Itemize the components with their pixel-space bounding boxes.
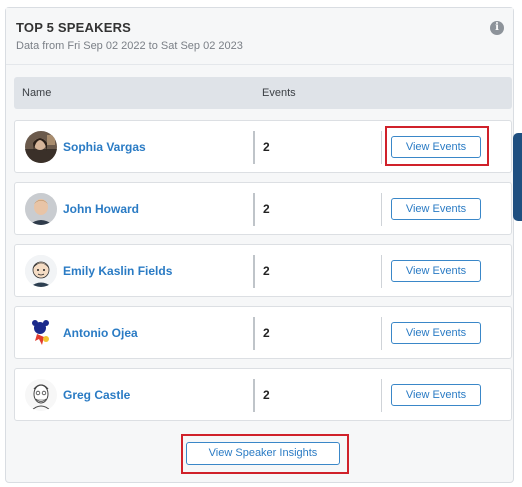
column-divider (253, 193, 255, 226)
event-count: 2 (263, 264, 270, 278)
speaker-name-link[interactable]: Emily Kaslin Fields (63, 264, 172, 278)
column-divider (253, 131, 255, 164)
info-icon[interactable]: i (490, 21, 504, 35)
avatar (25, 379, 57, 411)
event-count: 2 (263, 140, 270, 154)
view-events-button[interactable]: View Events (391, 384, 481, 406)
speaker-name-link[interactable]: John Howard (63, 202, 139, 216)
column-header-events: Events (262, 87, 296, 99)
column-divider (253, 317, 255, 350)
speaker-row: Antonio Ojea 2 View Events (14, 306, 512, 359)
column-divider (381, 193, 382, 226)
column-divider (381, 131, 382, 164)
column-divider (381, 317, 382, 350)
view-events-button[interactable]: View Events (391, 198, 481, 220)
event-count: 2 (263, 388, 270, 402)
avatar (25, 255, 57, 287)
speaker-row: John Howard 2 View Events (14, 182, 512, 235)
speaker-row: Greg Castle 2 View Events (14, 368, 512, 421)
column-divider (381, 379, 382, 412)
event-count: 2 (263, 202, 270, 216)
table-header: Name Events (14, 77, 512, 109)
card-title: TOP 5 SPEAKERS (16, 20, 132, 35)
view-events-button[interactable]: View Events (391, 322, 481, 344)
view-events-button[interactable]: View Events (391, 260, 481, 282)
avatar (25, 193, 57, 225)
column-divider (381, 255, 382, 288)
column-header-name: Name (22, 87, 52, 99)
event-count: 2 (263, 326, 270, 340)
speaker-name-link[interactable]: Antonio Ojea (63, 326, 138, 340)
column-divider (253, 379, 255, 412)
speaker-name-link[interactable]: Greg Castle (63, 388, 130, 402)
speaker-row: Emily Kaslin Fields 2 View Events (14, 244, 512, 297)
card-header: TOP 5 SPEAKERS Data from Fri Sep 02 2022… (6, 8, 513, 65)
avatar (25, 131, 57, 163)
column-divider (253, 255, 255, 288)
avatar (25, 317, 57, 349)
scrollbar-thumb[interactable] (513, 133, 522, 221)
date-range-subtitle: Data from Fri Sep 02 2022 to Sat Sep 02 … (16, 40, 243, 52)
view-speaker-insights-button[interactable]: View Speaker Insights (186, 442, 340, 465)
speaker-row: Sophia Vargas 2 View Events (14, 120, 512, 173)
speaker-name-link[interactable]: Sophia Vargas (63, 140, 146, 154)
view-events-button[interactable]: View Events (391, 136, 481, 158)
